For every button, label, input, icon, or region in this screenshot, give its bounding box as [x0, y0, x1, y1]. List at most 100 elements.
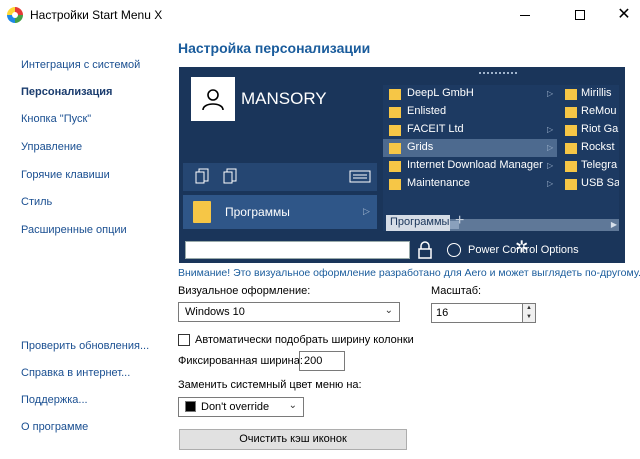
- auto-width-label: Автоматически подобрать ширину колонки: [195, 334, 414, 346]
- maximize-icon: [575, 10, 585, 20]
- fixed-width-label: Фиксированная ширина:: [178, 355, 303, 367]
- folder-icon: [565, 107, 577, 118]
- close-button[interactable]: ✕: [601, 0, 640, 30]
- list-item-label: Maintenance: [407, 177, 470, 189]
- folder-icon: [565, 125, 577, 136]
- support-link[interactable]: Поддержка...: [21, 394, 88, 406]
- folder-icon: [389, 179, 401, 190]
- list-item-label: Rockst: [581, 141, 615, 153]
- list-item: FACEIT Ltd ▷: [383, 121, 557, 139]
- clear-icon-cache-button[interactable]: Очистить кэш иконок: [179, 429, 407, 450]
- sidebar-item-advanced[interactable]: Расширенные опции: [21, 224, 127, 236]
- list-item-label: USB Saf: [581, 177, 619, 189]
- keyboard-icon: [349, 170, 371, 183]
- chevron-right-icon: ▷: [547, 179, 554, 188]
- preview-right-pane: DeepL GmbH ▷ Enlisted FACEIT Ltd ▷ Grids ▷ …: [383, 85, 619, 231]
- folder-icon: [565, 89, 577, 100]
- pictures-icon: [223, 168, 237, 184]
- folder-icon: [389, 161, 401, 172]
- chevron-right-icon: ▷: [547, 143, 554, 152]
- maximize-button[interactable]: [557, 0, 603, 30]
- sidebar-item-control[interactable]: Управление: [21, 141, 82, 153]
- list-item-label: Riot Ga: [581, 123, 619, 135]
- system-color-select[interactable]: Don't override ⌄: [178, 397, 304, 417]
- preview-programs-row: Программы ▷: [183, 195, 377, 229]
- folder-icon: [389, 143, 401, 154]
- list-item-label: FACEIT Ltd: [407, 123, 464, 135]
- scale-stepper[interactable]: ▲ ▼: [523, 303, 536, 323]
- list-item: USB Saf: [563, 175, 619, 193]
- preview-username: MANSORY: [241, 89, 327, 108]
- chevron-right-icon: ▷: [547, 161, 554, 170]
- scale-label: Масштаб:: [431, 285, 482, 297]
- resize-grip: [479, 72, 519, 74]
- list-item-label: DeepL GmbH: [407, 87, 474, 99]
- folder-icon: [565, 161, 577, 172]
- visual-style-select[interactable]: Windows 10 ⌄: [178, 302, 400, 322]
- auto-width-checkbox[interactable]: [178, 334, 190, 346]
- system-color-value: Don't override: [201, 401, 270, 413]
- preview-left-pane: MANSORY Программы ▷: [183, 71, 377, 231]
- list-item: Telegra: [563, 157, 619, 175]
- window-title: Настройки Start Menu X: [30, 8, 163, 22]
- list-item: Internet Download Manager ▷: [383, 157, 557, 175]
- gear-icon: ✲: [515, 239, 529, 256]
- about-link[interactable]: О программе: [21, 421, 88, 433]
- list-item: Mirillis: [563, 85, 619, 103]
- folder-icon: [389, 107, 401, 118]
- folder-icon: [565, 143, 577, 154]
- stepper-up-icon[interactable]: ▲: [523, 304, 535, 313]
- folder-icon: [565, 179, 577, 190]
- folder-icon: [193, 201, 211, 223]
- sidebar-item-integration[interactable]: Интеграция с системой: [21, 59, 140, 71]
- folder-icon: [389, 125, 401, 136]
- list-item-label: Telegra: [581, 159, 618, 171]
- chevron-right-icon: ▷: [547, 125, 554, 134]
- list-item: Riot Ga: [563, 121, 619, 139]
- online-help-link[interactable]: Справка в интернет...: [21, 367, 130, 379]
- scale-input[interactable]: 16: [431, 303, 523, 323]
- list-item-label: ReMou: [581, 105, 617, 117]
- page-title: Настройка персонализации: [178, 40, 371, 56]
- app-logo-icon: [7, 7, 23, 23]
- list-item-label: Internet Download Manager: [407, 159, 543, 171]
- minimize-icon: [520, 14, 530, 16]
- chevron-right-icon: ▷: [547, 89, 554, 98]
- minimize-button[interactable]: [502, 0, 548, 30]
- lock-icon: [418, 241, 432, 259]
- stepper-down-icon[interactable]: ▼: [523, 313, 535, 322]
- sidebar-item-start-button[interactable]: Кнопка "Пуск": [21, 113, 91, 125]
- list-item: DeepL GmbH ▷: [383, 85, 557, 103]
- system-color-label: Заменить системный цвет меню на:: [178, 379, 362, 391]
- list-item: Grids ▷: [383, 139, 557, 157]
- scroll-right-icon: ▶: [610, 220, 617, 229]
- sidebar-item-hotkeys[interactable]: Горячие клавиши: [21, 169, 110, 181]
- color-swatch: [185, 401, 196, 412]
- list-item: Rockst: [563, 139, 619, 157]
- visual-style-value: Windows 10: [185, 306, 245, 318]
- list-item: Maintenance ▷: [383, 175, 557, 193]
- title-bar: Настройки Start Menu X ✕: [0, 0, 640, 30]
- sidebar-item-personalization[interactable]: Персонализация: [21, 86, 112, 98]
- preview-quick-icons: [183, 163, 377, 191]
- power-icon: [447, 243, 461, 257]
- chevron-down-icon: ⌄: [384, 305, 393, 316]
- preview-search-box: [185, 241, 410, 259]
- chevron-down-icon: ⌄: [288, 400, 297, 411]
- list-item-label: Grids: [407, 141, 434, 153]
- plus-icon: +: [455, 212, 465, 229]
- fixed-width-input[interactable]: 200: [299, 351, 345, 371]
- close-icon: ✕: [617, 6, 631, 23]
- preview-programs-tab: Программы: [386, 215, 450, 231]
- user-icon: [202, 89, 224, 111]
- documents-icon: [195, 168, 209, 184]
- preview-programs-label: Программы: [225, 205, 290, 219]
- folder-icon: [389, 89, 401, 100]
- list-item-label: Enlisted: [407, 105, 447, 117]
- check-updates-link[interactable]: Проверить обновления...: [21, 340, 149, 352]
- list-item: Enlisted: [383, 103, 557, 121]
- avatar: [191, 77, 235, 121]
- start-menu-preview: MANSORY Программы ▷ DeepL GmbH ▷ Enlisted…: [179, 67, 625, 263]
- chevron-right-icon: ▷: [363, 206, 370, 216]
- sidebar-item-style[interactable]: Стиль: [21, 196, 52, 208]
